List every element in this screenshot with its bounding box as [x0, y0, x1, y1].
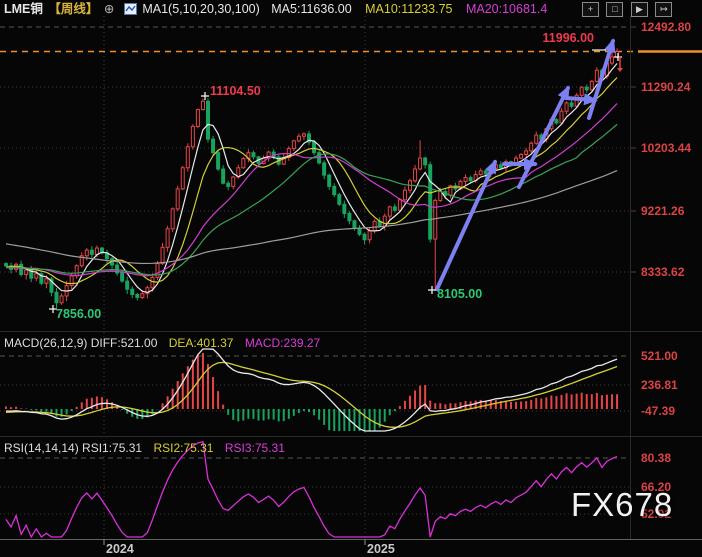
macd-legend-dea: DEA:401.37: [169, 336, 234, 350]
x-axis-year-label: 2025: [367, 542, 395, 556]
rsi-legend-rsi2: RSI2:75.31: [153, 441, 213, 455]
rsi-legend: RSI(14,14,14) RSI1:75.31 RSI2:75.31 RSI3…: [4, 441, 285, 455]
macd-legend-main: MACD(26,12,9) DIFF:521.00: [4, 336, 157, 350]
chart-style-icon[interactable]: [124, 3, 137, 18]
macd-legend-macd: MACD:239.27: [245, 336, 320, 350]
macd-axis-tick: 236.81: [641, 378, 678, 392]
crash-low-label: 8105.00: [437, 287, 517, 301]
x-axis-year-label: 2024: [106, 542, 134, 556]
rsi-legend-main: RSI(14,14,14) RSI1:75.31: [4, 441, 142, 455]
macd-axis-tick: -47.39: [641, 404, 675, 418]
candlestick-chart-canvas[interactable]: [0, 0, 702, 557]
price-axis-tick: 11290.24: [641, 80, 690, 94]
current-high-label: 11996.00: [514, 31, 594, 45]
low-2023-label: 7856.00: [56, 307, 136, 321]
watermark: FX678: [571, 498, 673, 512]
chart-toolbar: + □ ▶ ↦: [582, 2, 675, 20]
rsi-legend-rsi3: RSI3:75.31: [225, 441, 285, 455]
ma-settings-label: MA1(5,10,20,30,100): [142, 2, 259, 16]
pan-tool-button[interactable]: +: [582, 2, 599, 17]
kline-chart-window: LME铜 【周线】 ⊕ MA1(5,10,20,30,100) MA5:1163…: [0, 0, 702, 557]
go-to-latest-button[interactable]: ↦: [655, 2, 672, 17]
period-label: 【周线】: [48, 2, 98, 16]
expand-icon[interactable]: ⊕: [104, 2, 114, 16]
instrument-name: LME铜: [4, 2, 43, 16]
ma5-value: MA5:11636.00: [271, 2, 351, 16]
macd-legend: MACD(26,12,9) DIFF:521.00 DEA:401.37 MAC…: [4, 336, 320, 350]
ma10-value: MA10:11233.75: [365, 2, 452, 16]
ma20-value: MA20:10681.4: [466, 2, 547, 16]
chart-header: LME铜 【周线】 ⊕ MA1(5,10,20,30,100) MA5:1163…: [4, 2, 549, 18]
price-axis-tick: 8333.62: [641, 265, 684, 279]
play-forward-button[interactable]: ▶: [631, 2, 648, 17]
price-axis-tick: 9221.26: [641, 204, 684, 218]
axis-scale-button[interactable]: □: [606, 2, 623, 17]
rsi-axis-tick: 80.38: [641, 451, 671, 465]
price-axis-tick: 12492.80: [641, 20, 691, 34]
peak-2024-label: 11104.50: [210, 84, 290, 98]
macd-axis-tick: 521.00: [641, 349, 678, 363]
price-axis-tick: 10203.44: [641, 141, 691, 155]
